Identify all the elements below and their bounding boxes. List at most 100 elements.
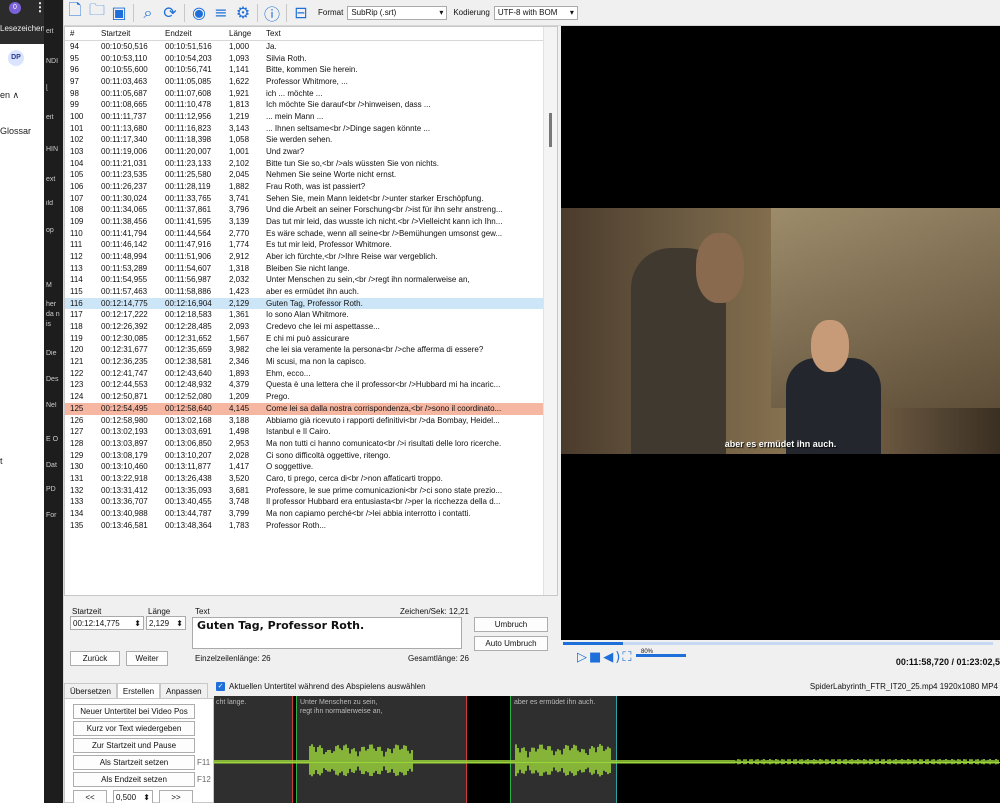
table-row[interactable]: 116 00:12:14,775 00:12:16,904 2,129 Guten Ta… — [65, 297, 557, 310]
wrap-button[interactable]: Umbruch — [474, 617, 548, 632]
set-start-time-button[interactable]: Als Startzeit setzen — [73, 755, 195, 770]
new-subtitle-at-video-pos-button[interactable]: Neuer Untertitel bei Video Pos — [73, 704, 195, 719]
stop-icon[interactable]: ■ — [589, 650, 603, 665]
table-row[interactable]: 121 00:12:36,235 00:12:38,581 2,346 Mi scusi… — [65, 356, 557, 368]
audio-waveform[interactable]: cht lange. Unter Menschen zu sein, regt … — [214, 696, 1000, 803]
table-row[interactable]: 112 00:11:48,994 00:11:51,906 2,912 Aber ich… — [65, 251, 557, 263]
search-icon[interactable]: ⌕ — [137, 2, 159, 24]
sidebar-item-glossar[interactable]: Glossar — [0, 126, 31, 136]
checkbox-checked-icon[interactable]: ✓ — [216, 682, 225, 691]
list-scrollbar[interactable] — [543, 27, 557, 595]
col-header-text[interactable]: Text — [266, 27, 546, 40]
table-row[interactable]: 118 00:12:26,392 00:12:28,485 2,093 Credevo … — [65, 321, 557, 333]
volume-icon[interactable]: ◀) — [603, 650, 622, 665]
spinner-icon[interactable]: ⬍ — [143, 792, 150, 803]
auto-wrap-button[interactable]: Auto Umbruch — [474, 636, 548, 651]
back-button[interactable]: Zurück — [70, 651, 120, 666]
table-row[interactable]: 113 00:11:53,289 00:11:54,607 1,318 Bleiben … — [65, 263, 557, 275]
new-file-icon[interactable]: 🗋 — [64, 0, 86, 24]
gear-icon[interactable]: ⚙ — [232, 2, 254, 24]
table-row[interactable]: 124 00:12:50,871 00:12:52,080 1,209 Prego. — [65, 391, 557, 403]
auto-select-label[interactable]: Aktuellen Untertitel während des Abspiel… — [229, 682, 426, 691]
table-row[interactable]: 108 00:11:34,065 00:11:37,861 3,796 Und die … — [65, 204, 557, 216]
table-row[interactable]: 135 00:13:46,581 00:13:48,364 1,783 Professo… — [65, 520, 557, 532]
col-header-end[interactable]: Endzeit — [165, 27, 229, 40]
step-back-button[interactable]: << — [73, 790, 107, 803]
table-row[interactable]: 123 00:12:44,553 00:12:48,932 4,379 Questa è… — [65, 379, 557, 391]
video-player[interactable]: aber es ermüdet ihn auch. — [561, 26, 1000, 640]
spinner-icon[interactable]: ⬍ — [176, 618, 183, 629]
table-row[interactable]: 131 00:13:22,918 00:13:26,438 3,520 Caro, ti… — [65, 473, 557, 485]
table-row[interactable]: 128 00:13:03,897 00:13:06,850 2,953 Ma non t… — [65, 438, 557, 450]
table-row[interactable]: 120 00:12:31,677 00:12:35,659 3,982 che lei … — [65, 344, 557, 356]
cell-length: 1,141 — [229, 65, 250, 75]
table-row[interactable]: 133 00:13:36,707 00:13:40,455 3,748 Il profe… — [65, 496, 557, 508]
visibility-icon[interactable]: ◉ — [188, 2, 210, 24]
open-folder-icon[interactable]: 🗀 — [86, 0, 108, 24]
tab-create[interactable]: Erstellen — [116, 683, 161, 699]
table-row[interactable]: 117 00:12:17,222 00:12:18,583 1,361 Io sono … — [65, 309, 557, 321]
table-row[interactable]: 119 00:12:30,085 00:12:31,652 1,567 E chi mi… — [65, 333, 557, 345]
table-row[interactable]: 134 00:13:40,988 00:13:44,787 3,799 Ma non c… — [65, 508, 557, 520]
step-input[interactable]: 0,500 ⬍ — [113, 790, 153, 803]
table-row[interactable]: 98 00:11:05,687 00:11:07,608 1,921 ich ... m… — [65, 88, 557, 100]
table-row[interactable]: 106 00:11:26,237 00:11:28,119 1,882 Frau Rot… — [65, 181, 557, 193]
col-header-number[interactable]: # — [65, 27, 101, 40]
sidebar-item-en[interactable]: en ∧ — [0, 90, 19, 101]
save-icon[interactable]: ▣ — [108, 2, 130, 24]
layout-icon[interactable]: ⊟ — [290, 2, 312, 24]
avatar[interactable]: DP — [8, 50, 24, 66]
table-row[interactable]: 107 00:11:30,024 00:11:33,765 3,741 Sehen Si… — [65, 193, 557, 205]
table-row[interactable]: 100 00:11:11,737 00:11:12,956 1,219 ... mein… — [65, 111, 557, 123]
table-row[interactable]: 129 00:13:08,179 00:13:10,207 2,028 Ci sono … — [65, 450, 557, 462]
table-row[interactable]: 110 00:11:41,794 00:11:44,564 2,770 Es wäre … — [65, 228, 557, 240]
table-row[interactable]: 127 00:13:02,193 00:13:03,691 1,498 Istanbul… — [65, 426, 557, 438]
table-row[interactable]: 97 00:11:03,463 00:11:05,085 1,622 Professor… — [65, 76, 557, 88]
table-row[interactable]: 104 00:11:21,031 00:11:23,133 2,102 Bitte tu… — [65, 158, 557, 170]
table-row[interactable]: 132 00:13:31,412 00:13:35,093 3,681 Professo… — [65, 485, 557, 497]
table-row[interactable]: 114 00:11:54,955 00:11:56,987 2,032 Unter Me… — [65, 274, 557, 286]
next-button[interactable]: Weiter — [126, 651, 168, 666]
lesezeichen-label[interactable]: Lesezeichen — [0, 24, 45, 33]
subtitle-text-input[interactable]: Guten Tag, Professor Roth. — [192, 617, 462, 649]
notification-badge[interactable]: 0 — [9, 2, 21, 14]
encoding-select[interactable]: UTF-8 with BOM ▾ — [493, 5, 578, 20]
table-row[interactable]: 94 00:10:50,516 00:10:51,516 1,000 Ja. — [65, 41, 557, 53]
cell-length: 1,783 — [229, 520, 250, 530]
format-select[interactable]: SubRip (.srt) ▾ — [347, 5, 448, 20]
table-row[interactable]: 101 00:11:13,680 00:11:16,823 3,143 ... Ihne… — [65, 123, 557, 135]
spellcheck-icon[interactable]: ≡ — [210, 2, 232, 24]
refresh-icon[interactable]: ⟳ — [159, 2, 181, 24]
table-row[interactable]: 126 00:12:58,980 00:13:02,168 3,188 Abbiamo … — [65, 415, 557, 427]
table-row[interactable]: 115 00:11:57,463 00:11:58,886 1,423 aber es … — [65, 286, 557, 298]
set-end-time-button[interactable]: Als Endzeit setzen — [73, 772, 195, 787]
table-row[interactable]: 109 00:11:38,456 00:11:41,595 3,139 Das tut … — [65, 216, 557, 228]
video-progress-bar[interactable] — [563, 642, 993, 645]
help-icon[interactable]: ⓘ — [261, 2, 283, 24]
table-row[interactable]: 102 00:11:17,340 00:11:18,398 1,058 Sie werd… — [65, 134, 557, 146]
table-row[interactable]: 122 00:12:41,747 00:12:43,640 1,893 Ehm, ecc… — [65, 368, 557, 380]
play-before-text-button[interactable]: Kurz vor Text wiedergeben — [73, 721, 195, 736]
fullscreen-icon[interactable]: ⛶ — [622, 650, 633, 665]
start-time-input[interactable]: 00:12:14,775 ⬍ — [70, 616, 144, 630]
cell-start: 00:11:23,535 — [101, 170, 148, 180]
play-icon[interactable]: ▷ — [577, 650, 589, 665]
table-row[interactable]: 125 00:12:54,495 00:12:58,640 4,145 Come lei… — [65, 402, 557, 415]
tab-translate[interactable]: Übersetzen — [64, 683, 117, 699]
table-row[interactable]: 103 00:11:19,006 00:11:20,007 1,001 Und zwar… — [65, 146, 557, 158]
scrollbar-thumb[interactable] — [549, 113, 552, 147]
table-row[interactable]: 96 00:10:55,600 00:10:56,741 1,141 Bitte, ko… — [65, 64, 557, 76]
table-row[interactable]: 130 00:13:10,460 00:13:11,877 1,417 O sogget… — [65, 461, 557, 473]
table-row[interactable]: 95 00:10:53,110 00:10:54,203 1,093 Silvia Ro… — [65, 53, 557, 65]
step-forward-button[interactable]: >> — [159, 790, 193, 803]
table-row[interactable]: 99 00:11:08,665 00:11:10,478 1,813 Ich möcht… — [65, 99, 557, 111]
table-row[interactable]: 105 00:11:23,535 00:11:25,580 2,045 Nehmen S… — [65, 169, 557, 181]
length-input[interactable]: 2,129 ⬍ — [146, 616, 186, 630]
col-header-start[interactable]: Startzeit — [101, 27, 165, 40]
sidebar-item-t: t — [0, 456, 3, 466]
col-header-length[interactable]: Länge — [229, 27, 266, 40]
goto-start-pause-button[interactable]: Zur Startzeit und Pause — [73, 738, 195, 753]
tab-adjust[interactable]: Anpassen — [160, 683, 208, 699]
table-row[interactable]: 111 00:11:46,142 00:11:47,916 1,774 Es tut m… — [65, 239, 557, 251]
spinner-icon[interactable]: ⬍ — [134, 618, 141, 629]
